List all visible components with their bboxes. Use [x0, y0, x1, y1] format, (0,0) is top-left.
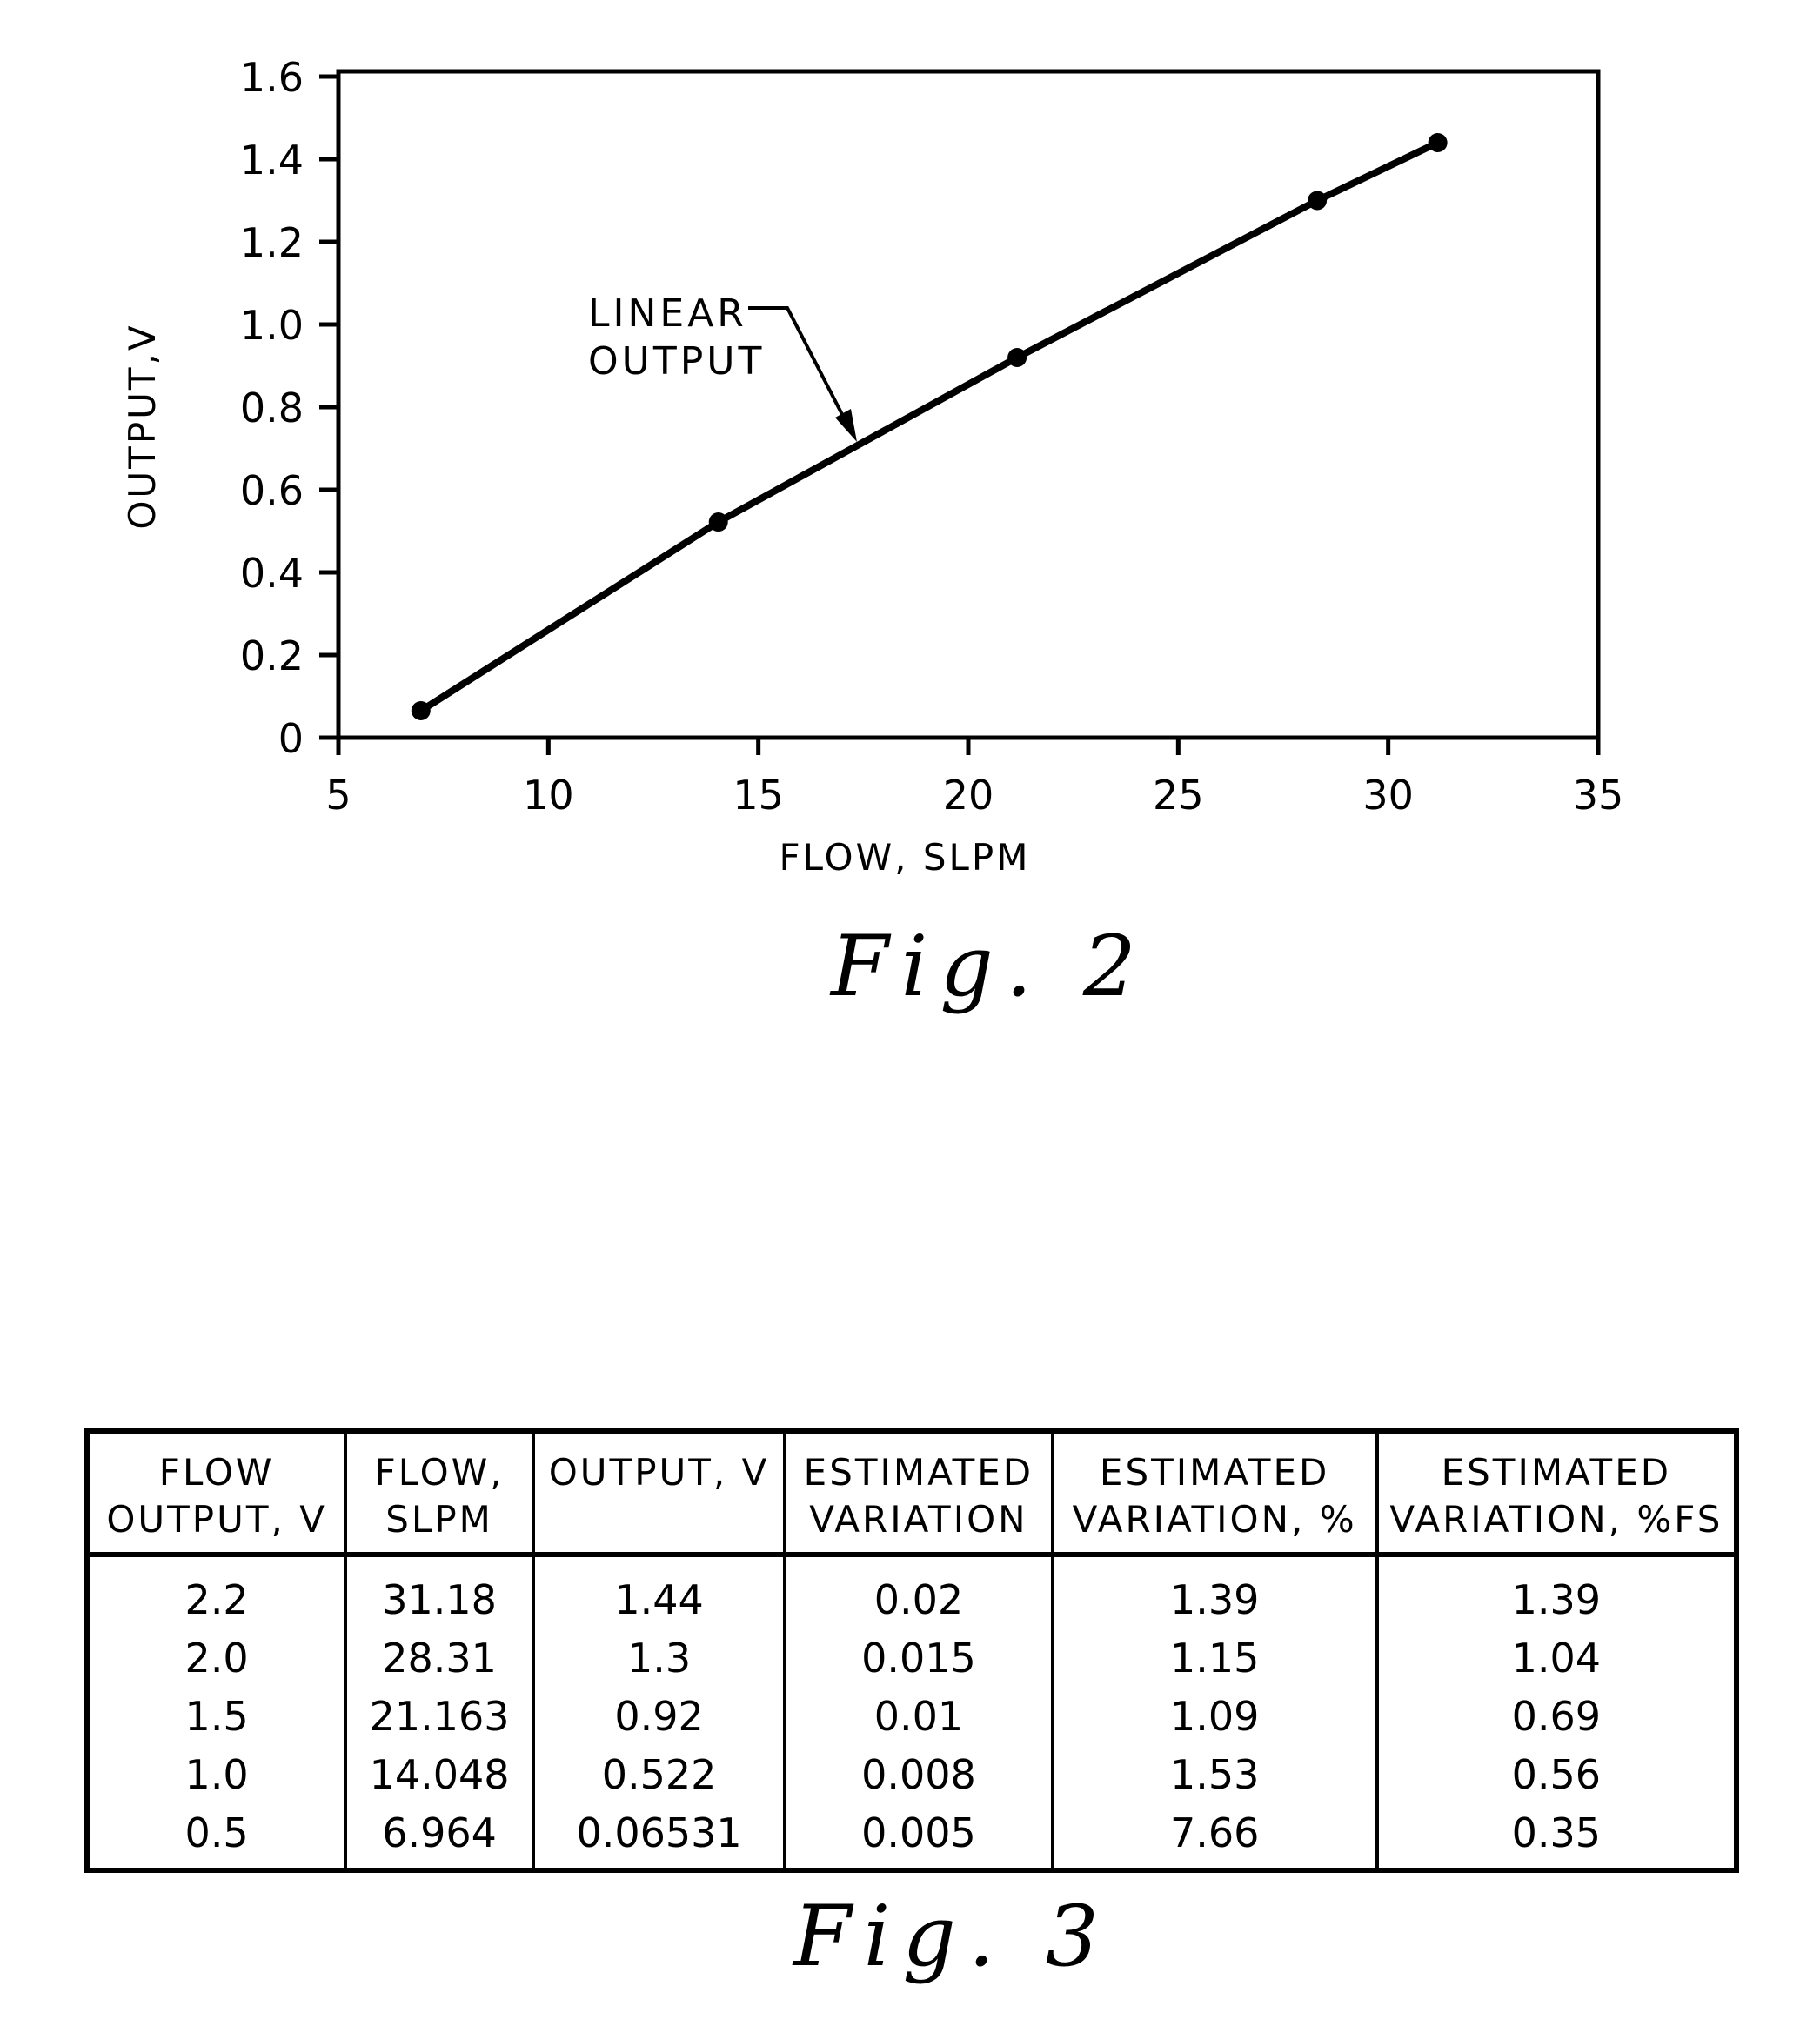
table-cell: 0.35 — [1375, 1804, 1739, 1870]
table-row: 1.0 14.048 0.522 0.008 1.53 0.56 — [84, 1746, 1739, 1804]
x-tick-label: 15 — [733, 772, 784, 819]
x-tick-label: 20 — [943, 772, 994, 819]
annotation-line-1: LINEAR — [588, 291, 747, 336]
y-axis-ticks: 0 0.2 0.4 0.6 0.8 1.0 1.2 1.4 1.6 — [240, 54, 338, 762]
table-cell: 1.39 — [1375, 1555, 1739, 1629]
table-cell: 1.0 — [84, 1746, 348, 1804]
header-estimated-variation-pct: ESTIMATED VARIATION, % — [1050, 1431, 1379, 1557]
table-cell: 6.964 — [344, 1804, 535, 1870]
data-point — [708, 512, 728, 532]
header-line: FLOW — [158, 1451, 275, 1494]
data-point — [411, 700, 431, 720]
table-cell: 1.04 — [1375, 1629, 1739, 1688]
x-tick-label: 30 — [1362, 772, 1414, 819]
y-tick-label: 0.2 — [240, 632, 304, 679]
fig2-caption: Fig. 2 — [831, 918, 1148, 1015]
data-point — [1308, 191, 1328, 211]
x-axis-ticks: 5 10 15 20 25 30 35 — [325, 738, 1623, 819]
table-cell: 2.2 — [84, 1555, 348, 1629]
table-cell: 2.0 — [84, 1629, 348, 1688]
header-line: FLOW, — [374, 1451, 505, 1494]
table-cell: 7.66 — [1050, 1804, 1379, 1870]
header-line: OUTPUT, V — [548, 1451, 770, 1494]
x-tick-label: 5 — [325, 772, 351, 819]
y-tick-label: 1.2 — [240, 219, 304, 266]
linear-output-line — [418, 139, 1440, 714]
header-line: ESTIMATED — [1099, 1451, 1330, 1494]
y-tick-label: 1.0 — [240, 302, 304, 349]
header-flow-output: FLOW OUTPUT, V — [84, 1431, 348, 1557]
header-estimated-variation: ESTIMATED VARIATION — [783, 1431, 1054, 1557]
y-tick-label: 0.6 — [240, 467, 304, 514]
header-flow-slpm: FLOW, SLPM — [344, 1431, 535, 1557]
table-row: 1.5 21.163 0.92 0.01 1.09 0.69 — [84, 1688, 1739, 1746]
data-point — [1007, 348, 1027, 367]
table-row: 2.2 31.18 1.44 0.02 1.39 1.39 — [84, 1555, 1739, 1629]
table-cell: 1.5 — [84, 1688, 348, 1746]
table-cell: 1.53 — [1050, 1746, 1379, 1804]
header-line: ESTIMATED — [803, 1451, 1034, 1494]
header-output-v: OUTPUT, V — [531, 1431, 787, 1557]
header-line: SLPM — [385, 1498, 493, 1541]
fig3-data-table: FLOW OUTPUT, V FLOW, SLPM OUTPUT, V ESTIMA… — [84, 1428, 1739, 1873]
header-line: VARIATION, % — [1072, 1498, 1357, 1541]
table-cell: 1.3 — [531, 1629, 787, 1688]
data-point — [1428, 133, 1448, 152]
table-cell: 0.02 — [783, 1555, 1054, 1629]
y-tick-label: 1.4 — [240, 137, 304, 184]
table-cell: 0.56 — [1375, 1746, 1739, 1804]
table-cell: 14.048 — [344, 1746, 535, 1804]
x-tick-label: 10 — [523, 772, 574, 819]
header-estimated-variation-pct-fs: ESTIMATED VARIATION, %FS — [1375, 1431, 1739, 1557]
table-cell: 1.44 — [531, 1555, 787, 1629]
table-cell: 1.39 — [1050, 1555, 1379, 1629]
table-cell: 0.06531 — [531, 1804, 787, 1870]
plot-frame — [336, 69, 1601, 740]
y-axis-title: OUTPUT,V — [121, 323, 164, 529]
x-axis-title: FLOW, SLPM — [780, 836, 1031, 879]
table-cell: 0.522 — [531, 1746, 787, 1804]
x-tick-label: 25 — [1153, 772, 1204, 819]
table-cell: 0.92 — [531, 1688, 787, 1746]
header-line: ESTIMATED — [1441, 1451, 1672, 1494]
fig2-chart: 00.20.40.60.81.01.21.41.6 5 10 15 20 25 30 35 … — [121, 54, 1623, 879]
table-cell: 0.015 — [783, 1629, 1054, 1688]
data-points — [411, 133, 1448, 720]
header-line: VARIATION — [809, 1498, 1028, 1541]
y-tick-label: 0.8 — [240, 385, 304, 431]
table-cell: 21.163 — [344, 1688, 535, 1746]
linear-output-annotation: LINEAR OUTPUT — [588, 291, 857, 442]
x-tick-label: 35 — [1573, 772, 1624, 819]
header-line: OUTPUT, V — [106, 1498, 327, 1541]
y-tick-label: 0 — [278, 715, 304, 762]
table-cell: 31.18 — [344, 1555, 535, 1629]
table-cell: 1.09 — [1050, 1688, 1379, 1746]
table-row: 2.0 28.31 1.3 0.015 1.15 1.04 — [84, 1629, 1739, 1688]
annotation-line-2: OUTPUT — [588, 339, 765, 384]
table-header-row: FLOW OUTPUT, V FLOW, SLPM OUTPUT, V ESTIMA… — [84, 1431, 1739, 1557]
table-cell: 0.008 — [783, 1746, 1054, 1804]
table-cell: 0.5 — [84, 1804, 348, 1870]
table-cell: 1.15 — [1050, 1629, 1379, 1688]
y-tick-label: 1.6 — [240, 54, 304, 101]
y-tick-label: 0.4 — [240, 550, 304, 597]
annotation-arrowhead — [835, 409, 857, 442]
fig3-caption: Fig. 3 — [793, 1888, 1111, 1985]
table-cell: 0.01 — [783, 1688, 1054, 1746]
table-cell: 0.005 — [783, 1804, 1054, 1870]
header-line: VARIATION, %FS — [1389, 1498, 1723, 1541]
table-cell: 0.69 — [1375, 1688, 1739, 1746]
table-row: 0.5 6.964 0.06531 0.005 7.66 0.35 — [84, 1804, 1739, 1870]
table-cell: 28.31 — [344, 1629, 535, 1688]
